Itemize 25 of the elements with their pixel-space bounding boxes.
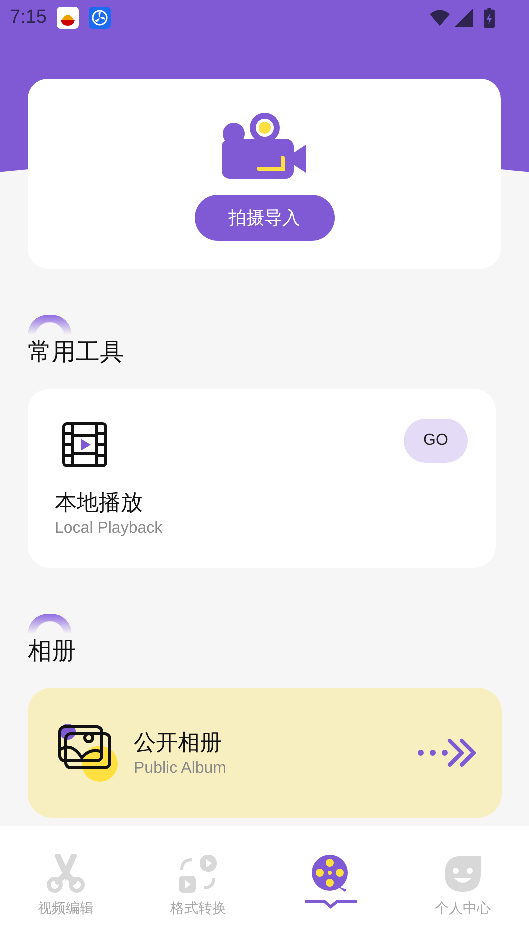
wifi-icon <box>430 9 450 27</box>
smiley-icon <box>442 854 483 894</box>
film-play-icon <box>62 422 108 468</box>
card-title: 本地播放 <box>55 490 144 518</box>
card-subtitle: Public Album <box>134 760 228 778</box>
selected-indicator-icon <box>304 900 357 910</box>
signal-icon <box>454 9 474 27</box>
scissors-icon <box>46 854 86 894</box>
notification-icon <box>56 7 79 29</box>
battery-icon <box>484 8 495 28</box>
shoot-import-button[interactable]: 拍摄导入 <box>194 195 334 241</box>
section-title: 常用工具 <box>28 337 125 368</box>
status-time: 7:15 <box>10 7 47 29</box>
arc-decoration <box>28 614 72 634</box>
card-subtitle: Local Playback <box>55 520 164 538</box>
tool-card[interactable]: GO 本地播放 Local Playback <box>28 389 496 568</box>
album-card[interactable]: 公开相册 Public Album <box>28 688 502 818</box>
photo-album-icon <box>58 722 120 784</box>
film-reel-icon <box>310 854 351 894</box>
arc-decoration <box>28 315 72 335</box>
fan-icon <box>88 7 111 29</box>
convert-icon <box>178 854 218 894</box>
go-button[interactable]: GO <box>404 419 468 463</box>
section-title: 相册 <box>28 636 77 667</box>
card-title: 公开相册 <box>134 730 223 758</box>
